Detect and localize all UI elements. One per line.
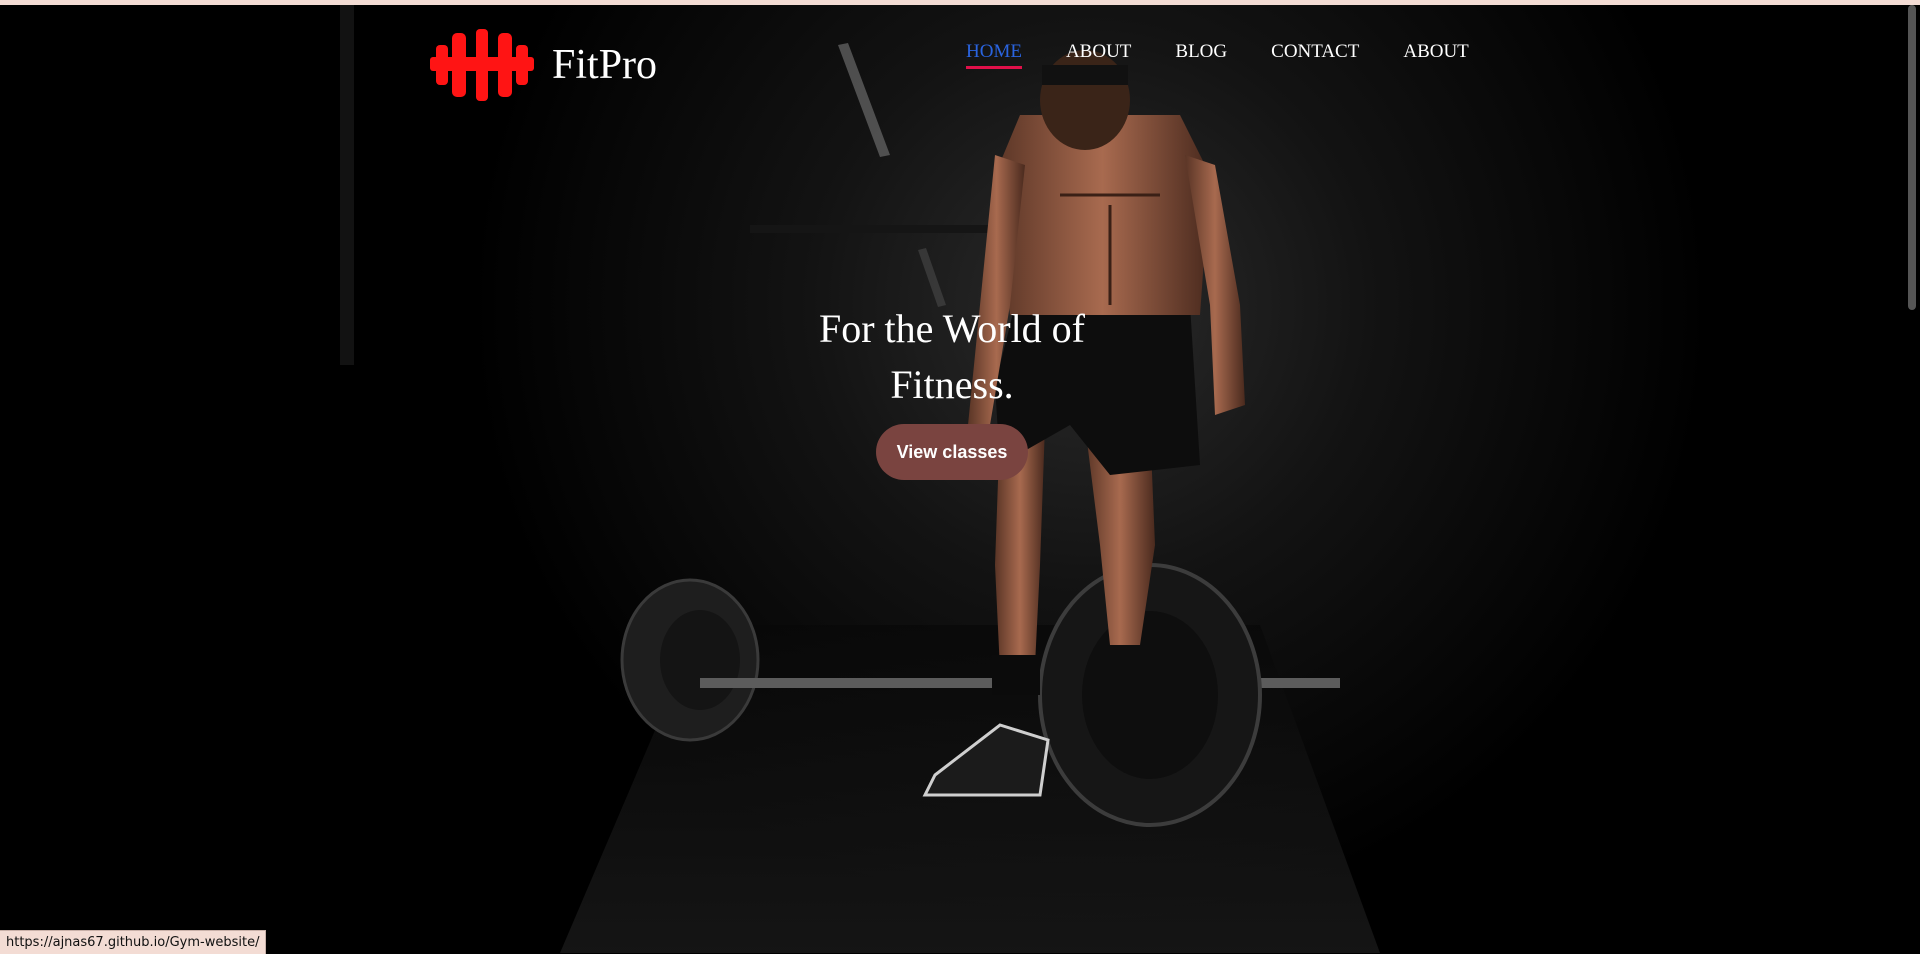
- status-bar-url: https://ajnas67.github.io/Gym-website/: [0, 930, 267, 954]
- hero-section: FitPro HOME ABOUT BLOG CONTACT ABOUT For…: [0, 5, 1904, 953]
- view-classes-button[interactable]: View classes: [876, 424, 1028, 480]
- hero-headline-line-1: For the World of: [818, 306, 1085, 351]
- scrollbar-thumb[interactable]: [1908, 5, 1916, 310]
- nav-contact[interactable]: CONTACT: [1271, 41, 1359, 67]
- dumbbell-icon: [430, 29, 534, 101]
- nav-home[interactable]: HOME: [966, 41, 1022, 69]
- hero-headline: For the World of Fitness.: [760, 301, 1144, 413]
- hero-headline-line-2: Fitness.: [890, 362, 1014, 407]
- main-nav: HOME ABOUT BLOG CONTACT ABOUT: [966, 41, 1469, 69]
- nav-about[interactable]: ABOUT: [1066, 41, 1131, 67]
- nav-blog[interactable]: BLOG: [1175, 41, 1227, 67]
- brand-logo[interactable]: FitPro: [430, 29, 657, 101]
- brand-name: FitPro: [552, 42, 658, 88]
- nav-about-2[interactable]: ABOUT: [1403, 41, 1468, 67]
- page-scrollbar[interactable]: [1904, 5, 1920, 953]
